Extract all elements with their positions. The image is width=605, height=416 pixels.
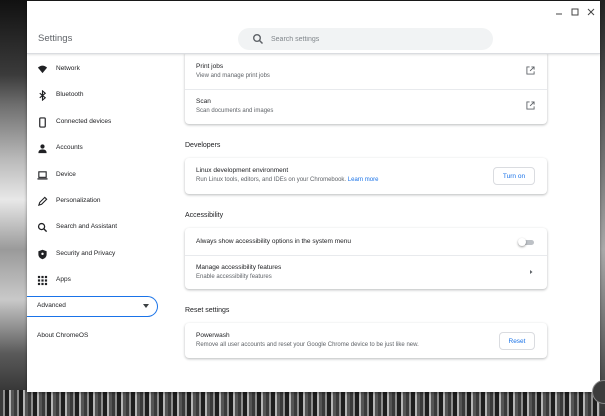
printing-card: Print jobs View and manage print jobs Sc… bbox=[185, 51, 547, 124]
open-external-icon[interactable] bbox=[526, 101, 535, 110]
sidebar-item-label: Security and Privacy bbox=[56, 250, 116, 257]
linux-title: Linux development environment bbox=[196, 167, 289, 174]
search-input[interactable] bbox=[271, 32, 471, 46]
sidebar-item-search-and-assistant[interactable]: Search and Assistant bbox=[27, 218, 162, 238]
pen-icon bbox=[37, 196, 48, 207]
sidebar-item-label: Connected devices bbox=[56, 118, 112, 125]
chevron-down-icon bbox=[143, 304, 149, 308]
scan-subtitle: Scan documents and images bbox=[196, 108, 274, 114]
search-box[interactable] bbox=[238, 28, 493, 50]
print-jobs-title: Print jobs bbox=[196, 63, 224, 70]
scan-row[interactable]: Scan Scan documents and images bbox=[185, 90, 547, 124]
sidebar-item-connected-devices[interactable]: Connected devices bbox=[27, 113, 162, 133]
search-icon bbox=[253, 34, 264, 45]
toggle-knob bbox=[518, 238, 526, 246]
reset-button[interactable]: Reset bbox=[499, 332, 535, 350]
laptop-icon bbox=[37, 171, 48, 180]
print-jobs-row[interactable]: Print jobs View and manage print jobs bbox=[185, 51, 547, 89]
powerwash-subtitle: Remove all user accounts and reset your … bbox=[196, 342, 419, 348]
always-show-toggle[interactable] bbox=[518, 238, 534, 246]
accessibility-heading: Accessibility bbox=[185, 212, 224, 219]
print-jobs-subtitle: View and manage print jobs bbox=[196, 73, 270, 79]
reset-heading: Reset settings bbox=[185, 307, 230, 314]
title-bar: Settings bbox=[27, 1, 600, 54]
window-controls bbox=[552, 5, 600, 19]
sidebar-item-label: Bluetooth bbox=[56, 91, 84, 98]
turn-on-button[interactable]: Turn on bbox=[493, 167, 535, 185]
scan-title: Scan bbox=[196, 98, 211, 105]
always-show-row: Always show accessibility options in the… bbox=[185, 228, 547, 255]
sidebar-item-security-and-privacy[interactable]: Security and Privacy bbox=[27, 245, 162, 265]
sidebar-item-network[interactable]: Network bbox=[27, 60, 162, 80]
phone-icon bbox=[39, 117, 46, 128]
settings-window: Settings Network bbox=[27, 1, 600, 392]
learn-more-link[interactable]: Learn more bbox=[348, 177, 379, 183]
wallpaper-left bbox=[0, 0, 27, 416]
advanced-toggle[interactable]: Advanced bbox=[27, 296, 158, 317]
sidebar-item-about[interactable]: About ChromeOS bbox=[37, 332, 88, 339]
sidebar-item-personalization[interactable]: Personalization bbox=[27, 192, 162, 212]
sidebar-item-device[interactable]: Device bbox=[27, 166, 162, 186]
manage-accessibility-title: Manage accessibility features bbox=[196, 264, 282, 271]
sidebar-item-apps[interactable]: Apps bbox=[27, 271, 162, 291]
always-show-label: Always show accessibility options in the… bbox=[196, 238, 351, 245]
close-icon[interactable] bbox=[584, 5, 598, 19]
minimize-icon[interactable] bbox=[552, 5, 566, 19]
manage-accessibility-row[interactable]: Manage accessibility features Enable acc… bbox=[185, 256, 547, 289]
powerwash-title: Powerwash bbox=[196, 332, 230, 339]
apps-grid-icon bbox=[37, 275, 48, 286]
sidebar-item-bluetooth[interactable]: Bluetooth bbox=[27, 86, 162, 106]
sidebar-item-label: Accounts bbox=[56, 144, 83, 151]
app-title: Settings bbox=[38, 33, 73, 44]
sidebar-item-label: Apps bbox=[56, 276, 71, 283]
reset-card: Powerwash Remove all user accounts and r… bbox=[185, 323, 547, 358]
bluetooth-icon bbox=[39, 90, 47, 101]
developers-heading: Developers bbox=[185, 142, 221, 149]
sidebar-item-label: Search and Assistant bbox=[56, 223, 118, 230]
wifi-icon bbox=[37, 65, 48, 74]
advanced-label: Advanced bbox=[37, 302, 66, 309]
sidebar-item-label: Network bbox=[56, 65, 80, 72]
linux-subtitle-text: Run Linux tools, editors, and IDEs on yo… bbox=[196, 177, 347, 183]
shield-icon bbox=[38, 249, 47, 260]
chevron-right-icon bbox=[530, 270, 533, 274]
maximize-icon[interactable] bbox=[568, 5, 582, 19]
wallpaper-bottom bbox=[0, 390, 605, 416]
developers-card: Linux development environment Run Linux … bbox=[185, 158, 547, 194]
sidebar-item-label: Device bbox=[56, 171, 76, 178]
main-content: Print jobs View and manage print jobs Sc… bbox=[167, 51, 600, 392]
sidebar-item-accounts[interactable]: Accounts bbox=[27, 139, 162, 159]
open-external-icon[interactable] bbox=[526, 66, 535, 75]
linux-subtitle: Run Linux tools, editors, and IDEs on yo… bbox=[196, 177, 378, 183]
sidebar-item-label: Personalization bbox=[56, 197, 101, 204]
sidebar: Network Bluetooth Connected devices Acco… bbox=[27, 55, 167, 392]
person-icon bbox=[38, 144, 47, 154]
wallpaper-right bbox=[600, 0, 605, 416]
manage-accessibility-subtitle: Enable accessibility features bbox=[196, 274, 272, 280]
accessibility-card: Always show accessibility options in the… bbox=[185, 228, 547, 289]
search-icon bbox=[37, 222, 48, 233]
